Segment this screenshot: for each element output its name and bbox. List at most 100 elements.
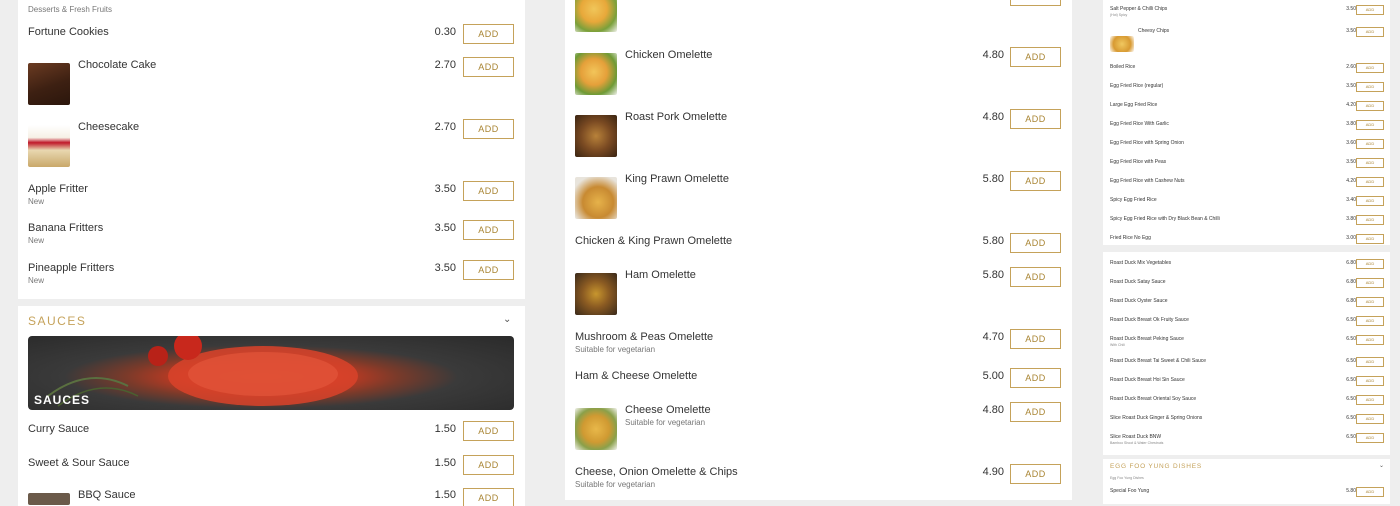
add-button[interactable]: ADD [463, 57, 514, 77]
sauces-section: SAUCES ⌄ SAUCES Curry Sauce 1.50 ADD Swe… [18, 306, 525, 506]
item-name: Cheesecake [78, 121, 140, 133]
add-button[interactable]: ADD [1356, 215, 1384, 225]
add-button[interactable]: ADD [1010, 368, 1061, 388]
add-button[interactable]: ADD [1356, 316, 1384, 326]
add-button[interactable]: ADD [1010, 329, 1061, 349]
item-name: Roast Pork Omelette [625, 111, 728, 123]
item-name: Sweet & Sour Sauce [28, 457, 130, 469]
add-button[interactable]: ADD [1356, 139, 1384, 149]
item-name: Egg Fried Rice with Peas [1110, 159, 1167, 165]
add-button[interactable]: ADD [1010, 464, 1061, 484]
add-button[interactable]: ADD [1356, 63, 1384, 73]
item-price: 4.20 [1346, 178, 1356, 184]
item-price: 4.80 [982, 111, 1004, 123]
add-button[interactable]: ADD [1356, 82, 1384, 92]
menu-item: Slice Roast Duck BNW Bamboo Shoot & Wate… [1103, 433, 1390, 452]
add-button[interactable]: ADD [463, 260, 514, 280]
roast-pork-omelette-image [575, 115, 617, 157]
item-note: With Chili [1110, 343, 1125, 347]
category-heading[interactable]: EGG FOO YUNG DISHES [1110, 463, 1202, 470]
add-button[interactable]: ADD [1356, 395, 1384, 405]
add-button[interactable]: ADD [463, 488, 514, 506]
add-button[interactable]: ADD [463, 421, 514, 441]
add-button[interactable]: ADD [1356, 5, 1384, 15]
add-button[interactable]: ADD [1356, 357, 1384, 367]
add-button[interactable]: ADD [1356, 27, 1384, 37]
add-button[interactable]: ADD [1010, 267, 1061, 287]
add-button[interactable]: ADD [1356, 433, 1384, 443]
menu-item: BBQ Sauce 1.50 ADD [18, 486, 525, 506]
add-button[interactable]: ADD [463, 119, 514, 139]
add-button[interactable]: ADD [1356, 335, 1384, 345]
menu-item: Slice Roast Duck Ginger & Spring Onions … [1103, 414, 1390, 429]
add-button[interactable]: ADD [1356, 278, 1384, 288]
menu-item: Roast Duck Oyster Sauce 6.80 ADD [1103, 297, 1390, 312]
add-button[interactable]: ADD [1356, 101, 1384, 111]
add-button[interactable]: ADD [463, 24, 514, 44]
add-button[interactable]: ADD [1010, 109, 1061, 129]
item-price: 5.80 [982, 173, 1004, 185]
add-button[interactable]: ADD [1010, 171, 1061, 191]
item-badge: New [28, 236, 45, 245]
item-name: Chicken Omelette [625, 49, 713, 61]
add-button[interactable]: ADD [463, 181, 514, 201]
add-button[interactable]: ADD [1356, 414, 1384, 424]
menu-item: Cheese Omelette Suitable for vegetarian … [565, 400, 1072, 455]
item-name: Roast Duck Satay Sauce [1110, 279, 1166, 285]
item-price: 3.50 [434, 183, 456, 195]
item-price: 3.80 [1346, 216, 1356, 222]
item-price: 6.80 [1346, 298, 1356, 304]
item-name: Slice Roast Duck BNW [1110, 434, 1162, 440]
cheese-omelette-image [575, 408, 617, 450]
chevron-down-icon[interactable]: ⌄ [1379, 462, 1384, 469]
item-price: 6.50 [1346, 415, 1356, 421]
add-button[interactable]: ADD [1010, 402, 1061, 422]
menu-item: Curry Sauce 1.50 ADD [18, 418, 525, 448]
king-prawn-omelette-image [575, 177, 617, 219]
menu-item: Egg Fried Rice (regular) 3.50 ADD [1103, 82, 1390, 97]
item-name: Large Egg Fried Rice [1110, 102, 1158, 108]
add-button[interactable]: ADD [463, 220, 514, 240]
add-button-top[interactable] [1010, 0, 1061, 6]
item-name: Roast Duck Breast Hoi Sin Sauce [1110, 377, 1185, 383]
item-price: 2.60 [1346, 64, 1356, 70]
item-price: 0.30 [434, 26, 456, 38]
category-heading[interactable]: SAUCES [28, 314, 86, 328]
add-button[interactable]: ADD [1356, 120, 1384, 130]
item-price: 4.20 [1346, 102, 1356, 108]
item-note: (Hot) Spicy [1110, 13, 1128, 17]
menu-item: Egg Fried Rice with Cashew Nuts 4.20 ADD [1103, 177, 1390, 192]
cheesy-chips-image [1110, 36, 1134, 52]
menu-item: Salt Pepper & Chilli Chips (Hot) Spicy 3… [1103, 5, 1390, 22]
add-button[interactable]: ADD [1356, 376, 1384, 386]
item-note: Bamboo Shoot & Water Chestnuts [1110, 441, 1164, 445]
add-button[interactable]: ADD [1356, 234, 1384, 244]
chevron-down-icon[interactable]: ⌄ [503, 314, 511, 325]
item-price: 1.50 [434, 423, 456, 435]
add-button[interactable]: ADD [1010, 47, 1061, 67]
item-name: Fried Rice No Egg [1110, 235, 1151, 241]
item-name: Mushroom & Peas Omelette [575, 331, 714, 343]
add-button[interactable]: ADD [1356, 487, 1384, 497]
item-badge: New [28, 197, 45, 206]
menu-item: Roast Duck Breast Tai Sweet & Chili Sauc… [1103, 357, 1390, 372]
item-badge: New [28, 276, 45, 285]
menu-item: Cheesecake 2.70 ADD [18, 117, 525, 172]
add-button[interactable]: ADD [1356, 177, 1384, 187]
item-name: Pineapple Fritters [28, 262, 115, 274]
menu-item: Roast Duck Satay Sauce 6.80 ADD [1103, 278, 1390, 293]
item-name: Roast Duck Oyster Sauce [1110, 298, 1168, 304]
item-name: Roast Duck Breast Tai Sweet & Chili Sauc… [1110, 358, 1207, 364]
add-button[interactable]: ADD [1010, 233, 1061, 253]
banner-decoration [47, 336, 358, 407]
item-price: 5.00 [982, 370, 1004, 382]
add-button[interactable]: ADD [1356, 196, 1384, 206]
item-name: Cheese Omelette [625, 404, 711, 416]
add-button[interactable]: ADD [1356, 259, 1384, 269]
add-button[interactable]: ADD [463, 455, 514, 475]
item-price: 3.50 [434, 262, 456, 274]
add-button[interactable]: ADD [1356, 158, 1384, 168]
add-button[interactable]: ADD [1356, 297, 1384, 307]
item-price: 3.40 [1346, 197, 1356, 203]
menu-item: Ham Omelette 5.80 ADD [565, 265, 1072, 320]
